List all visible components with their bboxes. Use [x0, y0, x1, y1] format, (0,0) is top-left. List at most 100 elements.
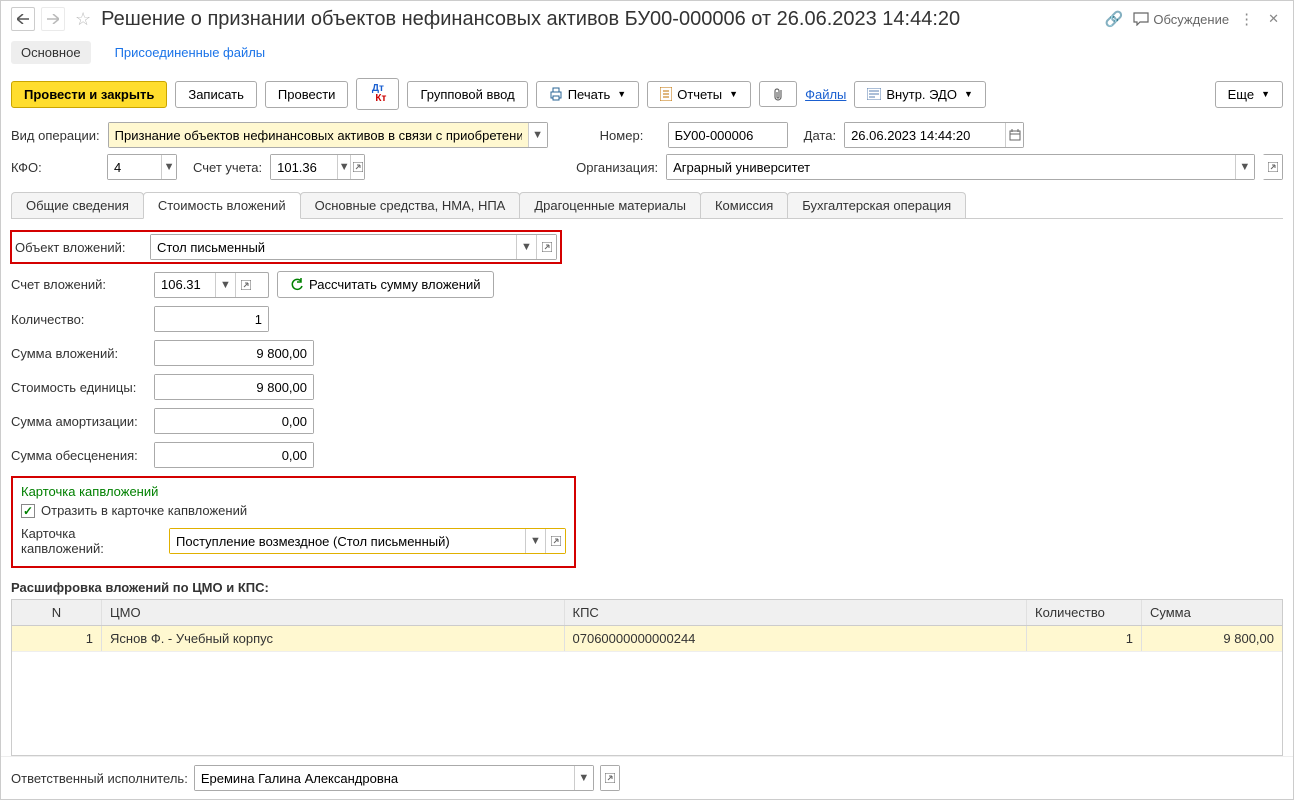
investment-sum-input[interactable]: [155, 341, 313, 365]
print-button[interactable]: Печать ▼: [536, 81, 640, 108]
investment-sum-field[interactable]: [154, 340, 314, 366]
reports-button[interactable]: Отчеты ▼: [647, 81, 751, 108]
table-row[interactable]: 1 Яснов Ф. - Учебный корпус 070600000000…: [12, 626, 1282, 652]
impairment-label: Сумма обесценения:: [11, 448, 146, 463]
breakdown-title: Расшифровка вложений по ЦМО и КПС:: [11, 580, 1283, 595]
dropdown-button[interactable]: ▼: [516, 235, 536, 259]
reflect-in-card-checkbox[interactable]: ✓ Отразить в карточке капвложений: [21, 503, 566, 518]
responsible-field[interactable]: ▼: [194, 765, 594, 791]
tab-general[interactable]: Общие сведения: [11, 192, 144, 218]
more-menu-icon[interactable]: ⋮: [1239, 10, 1254, 28]
organization-input[interactable]: [667, 155, 1235, 179]
section-tab-attached-files[interactable]: Присоединенные файлы: [105, 41, 276, 64]
amortization-input[interactable]: [155, 409, 313, 433]
investment-account-field[interactable]: ▼: [154, 272, 269, 298]
dropdown-button[interactable]: ▼: [215, 273, 235, 297]
dropdown-button[interactable]: ▼: [161, 155, 176, 179]
caret-down-icon: ▼: [964, 89, 973, 99]
unit-cost-label: Стоимость единицы:: [11, 380, 146, 395]
internal-edo-label: Внутр. ЭДО: [886, 87, 957, 102]
column-cmo[interactable]: ЦМО: [102, 600, 565, 625]
impairment-input[interactable]: [155, 443, 313, 467]
attach-button[interactable]: [759, 81, 797, 107]
column-kps[interactable]: КПС: [565, 600, 1028, 625]
account-input[interactable]: [271, 155, 337, 179]
open-button[interactable]: [350, 155, 364, 179]
open-button[interactable]: [536, 235, 556, 259]
save-button[interactable]: Записать: [175, 81, 257, 108]
organization-open[interactable]: [1263, 154, 1283, 180]
nav-back-button[interactable]: [11, 7, 35, 31]
link-icon[interactable]: 🔗: [1105, 10, 1124, 28]
investment-object-input[interactable]: [151, 235, 516, 259]
account-field[interactable]: ▼: [270, 154, 365, 180]
investment-object-field[interactable]: ▼: [150, 234, 557, 260]
quantity-field[interactable]: [154, 306, 269, 332]
group-input-button[interactable]: Групповой ввод: [407, 81, 527, 108]
dt-kt-button[interactable]: ДтКт: [356, 78, 399, 110]
tab-cost[interactable]: Стоимость вложений: [143, 192, 301, 219]
dropdown-button[interactable]: ▼: [1235, 155, 1254, 179]
chat-icon: [1133, 12, 1149, 26]
open-button[interactable]: [601, 766, 619, 790]
open-button[interactable]: [235, 273, 255, 297]
tab-commission[interactable]: Комиссия: [700, 192, 788, 218]
section-tab-main[interactable]: Основное: [11, 41, 91, 64]
dropdown-button[interactable]: ▼: [528, 123, 547, 147]
reports-label: Отчеты: [677, 87, 722, 102]
unit-cost-input[interactable]: [155, 375, 313, 399]
paperclip-icon: [772, 87, 784, 101]
arrow-left-icon: [17, 14, 29, 24]
tab-assets[interactable]: Основные средства, НМА, НПА: [300, 192, 521, 218]
breakdown-table: N ЦМО КПС Количество Сумма 1 Яснов Ф. - …: [11, 599, 1283, 756]
caret-down-icon: ▼: [1261, 89, 1270, 99]
quantity-input[interactable]: [155, 307, 268, 331]
organization-field[interactable]: ▼: [666, 154, 1255, 180]
open-button[interactable]: [1263, 155, 1282, 179]
column-sum[interactable]: Сумма: [1142, 600, 1282, 625]
post-and-close-button[interactable]: Провести и закрыть: [11, 81, 167, 108]
close-button[interactable]: ✕: [1264, 11, 1283, 27]
amortization-field[interactable]: [154, 408, 314, 434]
amortization-label: Сумма амортизации:: [11, 414, 146, 429]
recalculate-label: Рассчитать сумму вложений: [309, 277, 481, 292]
unit-cost-field[interactable]: [154, 374, 314, 400]
column-quantity[interactable]: Количество: [1027, 600, 1142, 625]
open-icon: [551, 536, 561, 546]
discussion-button[interactable]: Обсуждение: [1133, 12, 1229, 27]
calendar-button[interactable]: [1005, 123, 1023, 147]
dropdown-button[interactable]: ▼: [574, 766, 593, 790]
impairment-field[interactable]: [154, 442, 314, 468]
organization-label: Организация:: [576, 160, 658, 175]
number-input[interactable]: [669, 123, 787, 147]
responsible-open[interactable]: [600, 765, 620, 791]
date-field[interactable]: [844, 122, 1024, 148]
open-icon: [241, 280, 251, 290]
caret-down-icon: ▼: [729, 89, 738, 99]
internal-edo-button[interactable]: Внутр. ЭДО ▼: [854, 81, 986, 108]
nav-forward-button[interactable]: [41, 7, 65, 31]
date-input[interactable]: [845, 123, 1005, 147]
investment-object-label: Объект вложений:: [15, 240, 142, 255]
tab-accounting[interactable]: Бухгалтерская операция: [787, 192, 966, 218]
kfo-field[interactable]: ▼: [107, 154, 177, 180]
kfo-input[interactable]: [108, 155, 161, 179]
report-icon: [660, 87, 672, 101]
capital-card-input[interactable]: [170, 529, 525, 553]
open-button[interactable]: [545, 529, 565, 553]
post-button[interactable]: Провести: [265, 81, 349, 108]
recalculate-button[interactable]: Рассчитать сумму вложений: [277, 271, 494, 298]
more-button[interactable]: Еще ▼: [1215, 81, 1283, 108]
operation-type-input[interactable]: [109, 123, 528, 147]
favorite-star-icon[interactable]: ☆: [75, 9, 91, 30]
column-n[interactable]: N: [12, 600, 102, 625]
tab-precious[interactable]: Драгоценные материалы: [519, 192, 701, 218]
calendar-icon: [1009, 129, 1021, 141]
dropdown-button[interactable]: ▼: [337, 155, 351, 179]
capital-card-field[interactable]: ▼: [169, 528, 566, 554]
dropdown-button[interactable]: ▼: [525, 529, 545, 553]
files-link[interactable]: Файлы: [805, 87, 846, 102]
investment-account-input[interactable]: [155, 273, 215, 297]
responsible-input[interactable]: [195, 766, 574, 790]
operation-type-field[interactable]: ▼: [108, 122, 548, 148]
